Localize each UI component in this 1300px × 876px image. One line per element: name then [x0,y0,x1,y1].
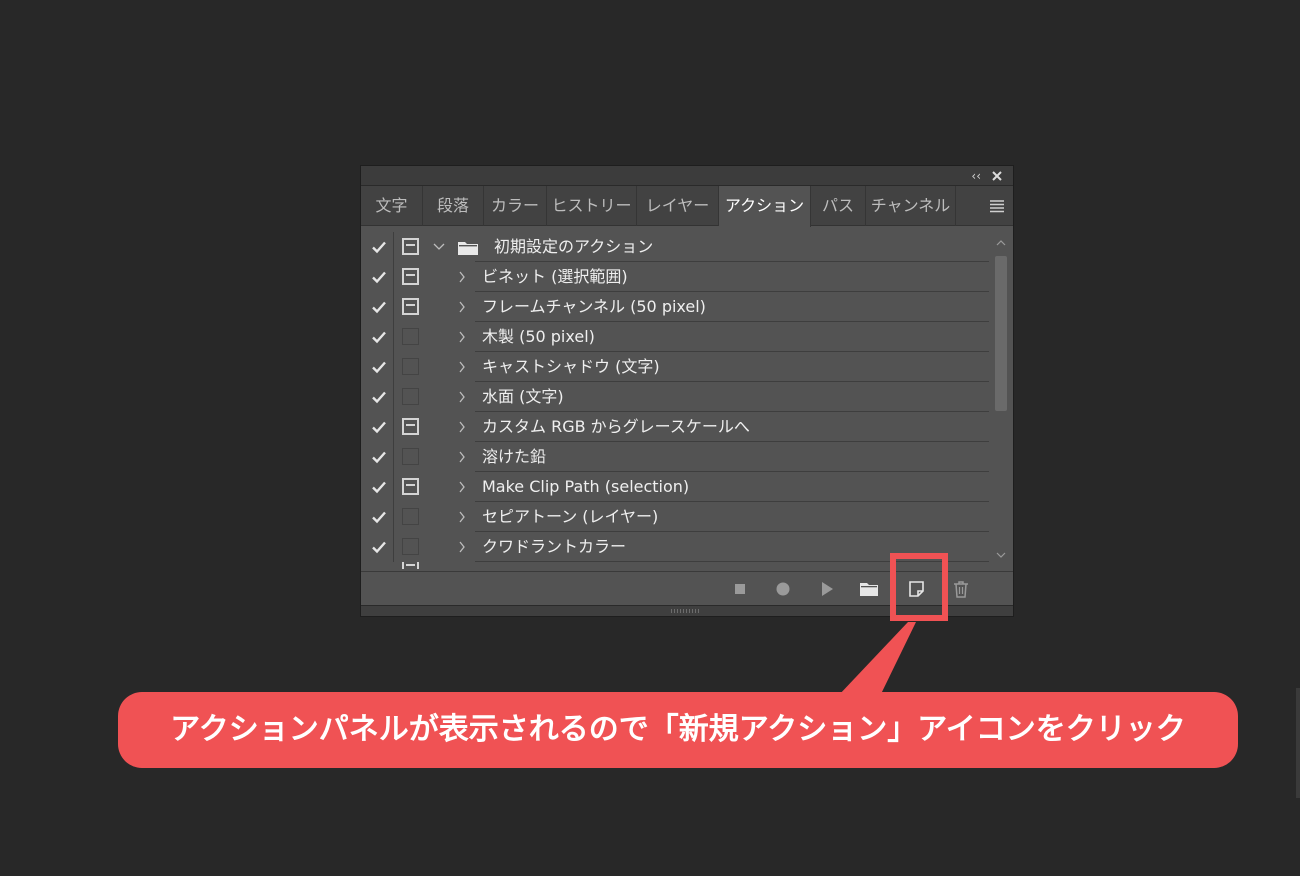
instruction-callout: アクションパネルが表示されるので「新規アクション」アイコンをクリック [118,692,1238,768]
edge-panel-fragment [1296,688,1300,798]
new-action-highlight [890,553,948,621]
